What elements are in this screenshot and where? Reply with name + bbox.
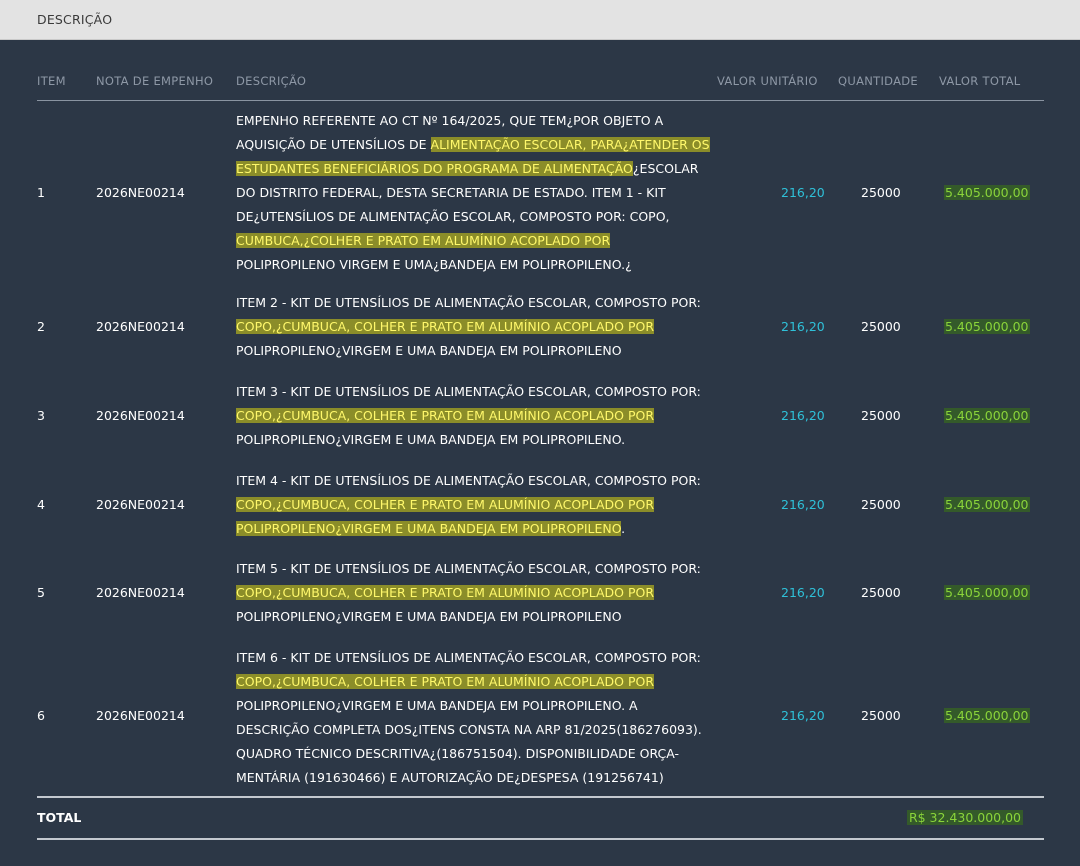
desc-line: COPO,¿CUMBUCA, COLHER E PRATO EM ALUMÍNI… xyxy=(236,493,706,517)
row-unit-value: 216,20 xyxy=(781,408,825,423)
row-description: ITEM 6 - KIT DE UTENSÍLIOS DE ALIMENTAÇÃ… xyxy=(236,646,706,790)
desc-line: POLIPROPILENO¿VIRGEM E UMA BANDEJA EM PO… xyxy=(236,343,622,358)
desc-line: POLIPROPILENO¿VIRGEM E UMA BANDEJA EM PO… xyxy=(236,517,706,541)
desc-line: DESCRIÇÃO COMPLETA DOS¿ITENS CONSTA NA A… xyxy=(236,722,702,737)
desc-line: COPO,¿CUMBUCA, COLHER E PRATO EM ALUMÍNI… xyxy=(236,315,706,339)
col-header-descricao: DESCRIÇÃO xyxy=(236,74,307,88)
row-unit-value: 216,20 xyxy=(781,708,825,723)
row-nota-empenho: 2026NE00214 xyxy=(96,319,185,334)
col-header-valor-unitario: VALOR UNITÁRIO xyxy=(717,74,818,88)
row-quantity: 25000 xyxy=(861,319,901,334)
row-description: ITEM 4 - KIT DE UTENSÍLIOS DE ALIMENTAÇÃ… xyxy=(236,469,706,541)
desc-line: POLIPROPILENO VIRGEM E UMA¿BANDEJA EM PO… xyxy=(236,257,632,272)
row-total-value: 5.405.000,00 xyxy=(944,497,1030,512)
total-label: TOTAL xyxy=(37,810,82,825)
desc-line: DE¿UTENSÍLIOS DE ALIMENTAÇÃO ESCOLAR, CO… xyxy=(236,209,670,224)
section-header-bar: DESCRIÇÃO xyxy=(0,0,1080,40)
highlighted-text: COPO,¿CUMBUCA, COLHER E PRATO EM ALUMÍNI… xyxy=(236,674,655,689)
highlighted-text: CUMBUCA,¿COLHER E PRATO EM ALUMÍNIO ACOP… xyxy=(236,233,611,248)
row-unit-value: 216,20 xyxy=(781,185,825,200)
desc-line: CUMBUCA,¿COLHER E PRATO EM ALUMÍNIO ACOP… xyxy=(236,229,706,253)
row-item-number: 2 xyxy=(37,319,45,334)
desc-line: MENTÁRIA (191630466) E AUTORIZAÇÃO DE¿DE… xyxy=(236,770,664,785)
row-quantity: 25000 xyxy=(861,408,901,423)
desc-line: ITEM 5 - KIT DE UTENSÍLIOS DE ALIMENTAÇÃ… xyxy=(236,561,701,576)
total-value: R$ 32.430.000,00 xyxy=(906,810,1023,825)
desc-line: AQUISIÇÃO DE UTENSÍLIOS DE ALIMENTAÇÃO E… xyxy=(236,133,710,157)
desc-line: ITEM 3 - KIT DE UTENSÍLIOS DE ALIMENTAÇÃ… xyxy=(236,384,701,399)
highlighted-text: ESTUDANTES BENEFICIÁRIOS DO PROGRAMA DE … xyxy=(236,161,633,176)
row-description: ITEM 3 - KIT DE UTENSÍLIOS DE ALIMENTAÇÃ… xyxy=(236,380,706,452)
row-total-value: 5.405.000,00 xyxy=(944,319,1030,334)
desc-line: ITEM 2 - KIT DE UTENSÍLIOS DE ALIMENTAÇÃ… xyxy=(236,295,701,310)
header-divider xyxy=(37,100,1044,101)
desc-line: POLIPROPILENO¿VIRGEM E UMA BANDEJA EM PO… xyxy=(236,609,622,624)
row-quantity: 25000 xyxy=(861,585,901,600)
desc-line: QUADRO TÉCNICO DESCRITIVA¿(186751504). D… xyxy=(236,746,680,761)
row-total-value: 5.405.000,00 xyxy=(944,585,1030,600)
row-nota-empenho: 2026NE00214 xyxy=(96,585,185,600)
desc-line: COPO,¿CUMBUCA, COLHER E PRATO EM ALUMÍNI… xyxy=(236,404,706,428)
row-unit-value: 216,20 xyxy=(781,497,825,512)
col-header-quantidade: QUANTIDADE xyxy=(838,74,918,88)
row-total-value: 5.405.000,00 xyxy=(944,185,1030,200)
highlighted-text: POLIPROPILENO¿VIRGEM E UMA BANDEJA EM PO… xyxy=(236,521,622,536)
highlighted-text: COPO,¿CUMBUCA, COLHER E PRATO EM ALUMÍNI… xyxy=(236,408,655,423)
desc-text: . xyxy=(621,521,626,536)
desc-line: DO DISTRITO FEDERAL, DESTA SECRETARIA DE… xyxy=(236,185,666,200)
row-quantity: 25000 xyxy=(861,497,901,512)
desc-text: AQUISIÇÃO DE UTENSÍLIOS DE xyxy=(236,137,431,152)
desc-line: EMPENHO REFERENTE AO CT Nº 164/2025, QUE… xyxy=(236,113,664,128)
desc-line: COPO,¿CUMBUCA, COLHER E PRATO EM ALUMÍNI… xyxy=(236,581,706,605)
row-item-number: 3 xyxy=(37,408,45,423)
row-total-value: 5.405.000,00 xyxy=(944,408,1030,423)
total-divider-bottom xyxy=(37,838,1044,840)
total-divider-top xyxy=(37,796,1044,798)
col-header-valor-total: VALOR TOTAL xyxy=(939,74,1021,88)
highlighted-text: ALIMENTAÇÃO ESCOLAR, PARA¿ATENDER OS xyxy=(430,137,710,152)
row-total-value: 5.405.000,00 xyxy=(944,708,1030,723)
col-header-item: ITEM xyxy=(37,74,66,88)
row-unit-value: 216,20 xyxy=(781,319,825,334)
desc-line: ITEM 6 - KIT DE UTENSÍLIOS DE ALIMENTAÇÃ… xyxy=(236,650,701,665)
desc-line: POLIPROPILENO¿VIRGEM E UMA BANDEJA EM PO… xyxy=(236,432,626,447)
row-item-number: 1 xyxy=(37,185,45,200)
desc-text: ¿ESCOLAR xyxy=(632,161,699,176)
highlighted-text: COPO,¿CUMBUCA, COLHER E PRATO EM ALUMÍNI… xyxy=(236,585,655,600)
row-description: ITEM 5 - KIT DE UTENSÍLIOS DE ALIMENTAÇÃ… xyxy=(236,557,706,629)
row-unit-value: 216,20 xyxy=(781,585,825,600)
row-item-number: 5 xyxy=(37,585,45,600)
desc-line: COPO,¿CUMBUCA, COLHER E PRATO EM ALUMÍNI… xyxy=(236,670,706,694)
row-item-number: 6 xyxy=(37,708,45,723)
row-quantity: 25000 xyxy=(861,185,901,200)
desc-line: POLIPROPILENO¿VIRGEM E UMA BANDEJA EM PO… xyxy=(236,698,638,713)
section-title: DESCRIÇÃO xyxy=(37,12,113,27)
desc-line: ESTUDANTES BENEFICIÁRIOS DO PROGRAMA DE … xyxy=(236,157,706,181)
row-nota-empenho: 2026NE00214 xyxy=(96,708,185,723)
highlighted-text: COPO,¿CUMBUCA, COLHER E PRATO EM ALUMÍNI… xyxy=(236,319,655,334)
desc-line: ITEM 4 - KIT DE UTENSÍLIOS DE ALIMENTAÇÃ… xyxy=(236,473,701,488)
row-quantity: 25000 xyxy=(861,708,901,723)
row-nota-empenho: 2026NE00214 xyxy=(96,497,185,512)
row-item-number: 4 xyxy=(37,497,45,512)
highlighted-text: COPO,¿CUMBUCA, COLHER E PRATO EM ALUMÍNI… xyxy=(236,497,655,512)
row-nota-empenho: 2026NE00214 xyxy=(96,185,185,200)
col-header-nota: NOTA DE EMPENHO xyxy=(96,74,214,88)
row-description: ITEM 2 - KIT DE UTENSÍLIOS DE ALIMENTAÇÃ… xyxy=(236,291,706,363)
row-nota-empenho: 2026NE00214 xyxy=(96,408,185,423)
row-description: EMPENHO REFERENTE AO CT Nº 164/2025, QUE… xyxy=(236,109,710,277)
